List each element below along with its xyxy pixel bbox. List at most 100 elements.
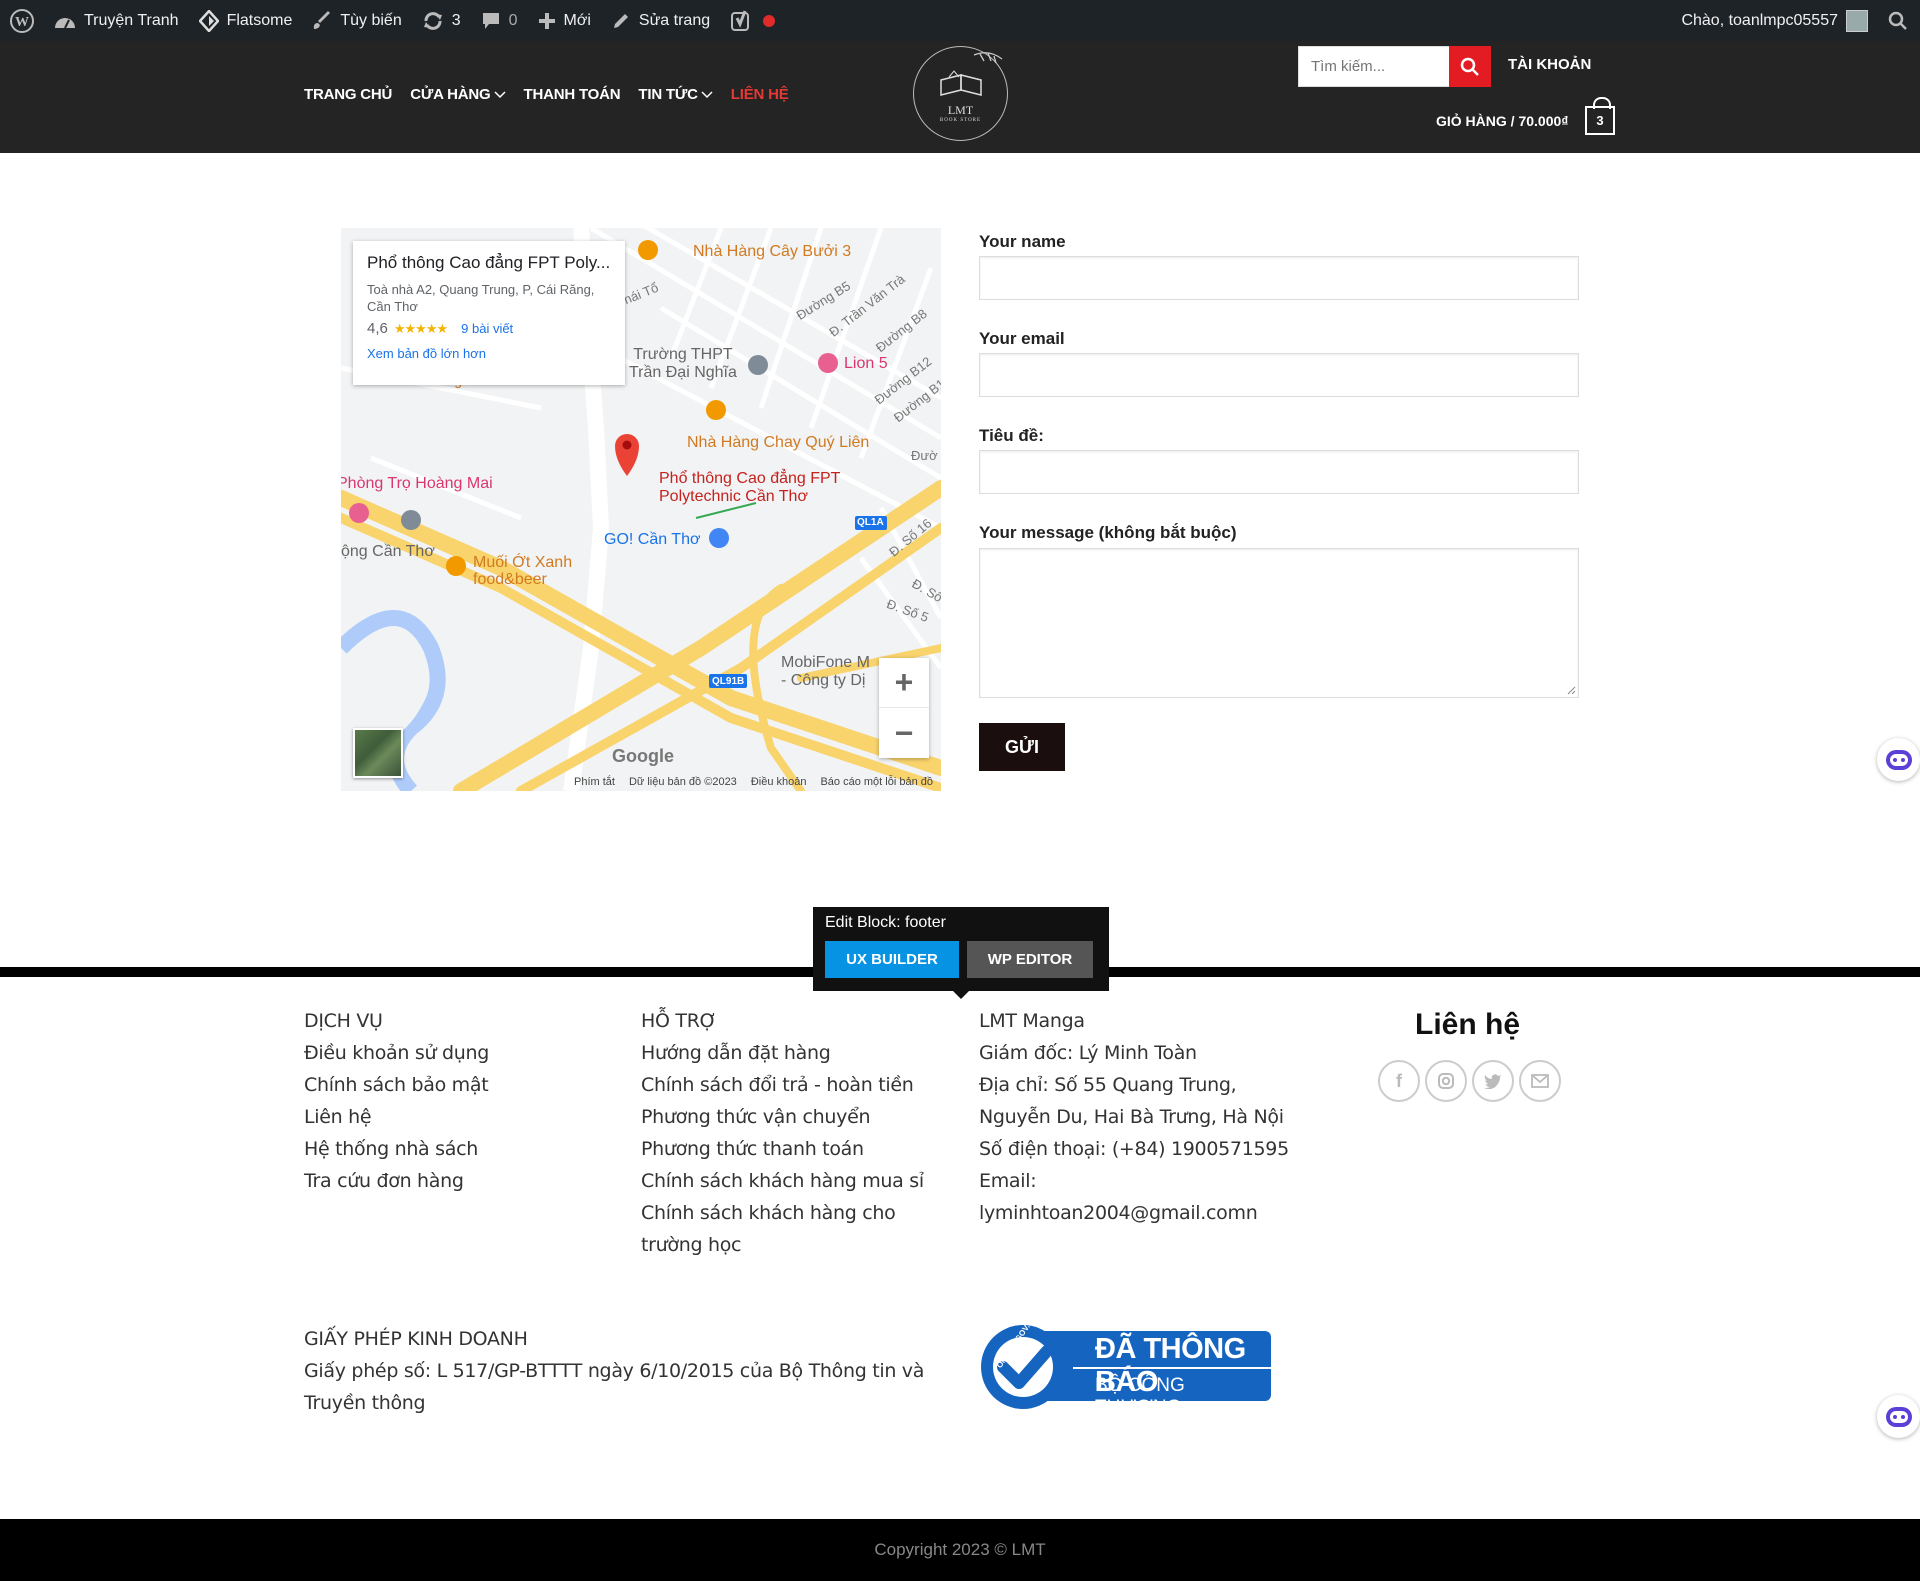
footer-company: LMT Manga Giám đốc: Lý Minh Toàn Địa chỉ… bbox=[979, 1005, 1289, 1229]
search-icon bbox=[1460, 57, 1479, 76]
company-heading: LMT Manga bbox=[979, 1010, 1085, 1032]
book-icon bbox=[940, 52, 1003, 96]
satellite-toggle[interactable] bbox=[353, 728, 403, 778]
registered-badge[interactable]: ONLINE.GOV.VN ĐÃ THÔNG BÁO BỘ CÔNG THƯƠN… bbox=[979, 1313, 1273, 1418]
greeting: Chào, toanlmpc05557 bbox=[1681, 11, 1838, 29]
site-logo[interactable]: LMT BOOK STORE bbox=[913, 46, 1008, 141]
zoom-in-button[interactable]: + bbox=[879, 658, 929, 708]
footer-link[interactable]: Tra cứu đơn hàng bbox=[304, 1165, 489, 1197]
flatsome-icon bbox=[198, 9, 219, 32]
nav-news-label: TIN TỨC bbox=[638, 86, 698, 103]
footer-link[interactable]: Phương thức vận chuyển bbox=[641, 1101, 924, 1133]
footer-link[interactable]: Điều khoản sử dụng bbox=[304, 1037, 489, 1069]
nav-checkout[interactable]: THANH TOÁN bbox=[524, 86, 621, 103]
facebook-icon[interactable]: f bbox=[1378, 1060, 1420, 1102]
license-line1: Giấy phép số: L 517/GP-BTTTT ngày 6/10/2… bbox=[304, 1360, 925, 1382]
popup-arrow bbox=[953, 991, 969, 999]
updates-icon bbox=[423, 11, 442, 30]
social-icons: f bbox=[1378, 1060, 1561, 1102]
footer-link[interactable]: Hệ thống nhà sách bbox=[304, 1133, 489, 1165]
comments-count: 0 bbox=[508, 11, 518, 29]
wp-logo-menu[interactable]: W bbox=[0, 0, 44, 41]
company-info: Số điện thoại: (+84) 1900571595 bbox=[979, 1138, 1289, 1160]
instagram-icon[interactable] bbox=[1425, 1060, 1467, 1102]
page: W Truyện Tranh Flatsome Tùy biến 3 0 Mới bbox=[0, 0, 1920, 1581]
yoast-menu[interactable] bbox=[720, 0, 786, 41]
map-label-fpt: Phổ thông Cao đẳng FPT Polytechnic Cần T… bbox=[659, 470, 840, 506]
theme-menu[interactable]: Flatsome bbox=[189, 0, 303, 41]
copyright-text: Copyright 2023 © LMT bbox=[874, 1540, 1046, 1559]
footer-link[interactable]: Chính sách khách hàng cho bbox=[641, 1197, 924, 1229]
company-info: Email: bbox=[979, 1170, 1037, 1192]
submit-button[interactable]: GỬI bbox=[979, 723, 1065, 771]
cart-icon[interactable]: 3 bbox=[1585, 97, 1615, 135]
search-icon bbox=[1888, 11, 1907, 30]
map-label-cay-buoi: Nhà Hàng Cây Bưởi 3 bbox=[693, 243, 852, 260]
customize-label: Tùy biến bbox=[340, 11, 402, 29]
edit-page-label: Sửa trang bbox=[638, 11, 711, 29]
muoi-ot-line1: Muối Ớt Xanh bbox=[473, 554, 573, 571]
zoom-out-button[interactable]: − bbox=[879, 708, 929, 758]
map-label-tran-dai-nghia: Trường THPT Trần Đại Nghĩa bbox=[629, 346, 737, 382]
customize-menu[interactable]: Tùy biến bbox=[302, 0, 411, 41]
terms-link[interactable]: Điều khoản bbox=[751, 776, 807, 788]
theme-name: Flatsome bbox=[226, 11, 293, 29]
company-info: Giám đốc: Lý Minh Toàn bbox=[979, 1042, 1197, 1064]
footer-link[interactable]: Chính sách bảo mật bbox=[304, 1069, 489, 1101]
search-button[interactable] bbox=[1449, 46, 1491, 87]
my-account-menu[interactable]: Chào, toanlmpc05557 bbox=[1671, 0, 1878, 41]
map-label-lion5: Lion 5 bbox=[844, 355, 888, 372]
footer-link[interactable]: Phương thức thanh toán bbox=[641, 1133, 924, 1165]
ux-builder-button[interactable]: UX BUILDER bbox=[825, 941, 959, 978]
account-link[interactable]: TÀI KHOẢN bbox=[1508, 56, 1591, 73]
footer-link[interactable]: Chính sách đổi trả - hoàn tiền bbox=[641, 1069, 924, 1101]
subject-field[interactable] bbox=[979, 450, 1579, 494]
subject-label: Tiêu đề: bbox=[979, 426, 1044, 445]
keyboard-shortcuts-link[interactable]: Phím tắt bbox=[574, 776, 615, 788]
svg-text:W: W bbox=[15, 15, 29, 30]
map-label-ql1a: QL1A bbox=[857, 517, 884, 528]
report-error-link[interactable]: Báo cáo một lỗi bản đồ bbox=[820, 776, 933, 788]
twitter-icon[interactable] bbox=[1472, 1060, 1514, 1102]
copyright-bar: Copyright 2023 © LMT bbox=[0, 1519, 1920, 1581]
fpt-label-line1: Phổ thông Cao đẳng FPT bbox=[659, 470, 841, 487]
chat-widget-button[interactable] bbox=[1877, 738, 1920, 781]
mobifone-line1: MobiFone M bbox=[781, 654, 870, 671]
footer-link[interactable]: Liên hệ bbox=[304, 1101, 489, 1133]
company-info: Địa chỉ: Số 55 Quang Trung, bbox=[979, 1074, 1237, 1096]
map-label-ql91b: QL91B bbox=[712, 676, 745, 687]
nav-news[interactable]: TIN TỨC bbox=[638, 86, 713, 103]
admin-search[interactable] bbox=[1878, 0, 1920, 41]
contact-title: Liên hệ bbox=[1415, 1008, 1521, 1041]
footer-link[interactable]: Hướng dẫn đặt hàng bbox=[641, 1037, 924, 1069]
site-name-menu[interactable]: Truyện Tranh bbox=[44, 0, 189, 41]
new-content-menu[interactable]: Mới bbox=[528, 0, 601, 41]
chat-widget-button[interactable] bbox=[1877, 1395, 1920, 1438]
nav-home[interactable]: TRANG CHỦ bbox=[304, 86, 392, 103]
map-data-text: Dữ liệu bản đồ ©2023 bbox=[628, 776, 737, 788]
comments-menu[interactable]: 0 bbox=[471, 0, 528, 41]
email-field[interactable] bbox=[979, 353, 1579, 397]
avatar bbox=[1846, 9, 1868, 32]
nav-contact[interactable]: LIÊN HỆ bbox=[731, 86, 789, 103]
support-heading: HỖ TRỢ bbox=[641, 1010, 717, 1032]
footer-link[interactable]: Chính sách khách hàng mua sỉ bbox=[641, 1165, 924, 1197]
map-label-muoi-ot: Muối Ớt Xanh food&beer bbox=[473, 554, 572, 588]
nav-shop[interactable]: CỬA HÀNG bbox=[410, 86, 506, 103]
wp-editor-button[interactable]: WP EDITOR bbox=[967, 941, 1093, 978]
tran-dai-nghia-text: Trường THPT Trần Đại Nghĩa bbox=[629, 346, 737, 381]
cart-link[interactable]: GIỎ HÀNG / 70.000₫ bbox=[1436, 113, 1568, 129]
footer-link[interactable]: trường học bbox=[641, 1229, 924, 1261]
message-field[interactable] bbox=[979, 548, 1579, 698]
reviews-link[interactable]: 9 bài viết bbox=[461, 321, 513, 336]
name-field[interactable] bbox=[979, 256, 1579, 300]
larger-map-link[interactable]: Xem bản đồ lớn hơn bbox=[367, 346, 611, 361]
email-icon[interactable] bbox=[1519, 1060, 1561, 1102]
footer-support: HỖ TRỢ Hướng dẫn đặt hàng Chính sách đổi… bbox=[641, 1005, 924, 1261]
google-logo-text: Google bbox=[612, 746, 674, 766]
mobifone-line2: - Công ty Dị bbox=[781, 672, 866, 689]
updates-menu[interactable]: 3 bbox=[412, 0, 471, 41]
google-map[interactable]: Nhà Hàng Cây Bưởi 3 hái Tổ Đường B5 Đ. T… bbox=[341, 228, 941, 791]
edit-page-menu[interactable]: Sửa trang bbox=[601, 0, 720, 41]
new-label: Mới bbox=[563, 11, 591, 29]
